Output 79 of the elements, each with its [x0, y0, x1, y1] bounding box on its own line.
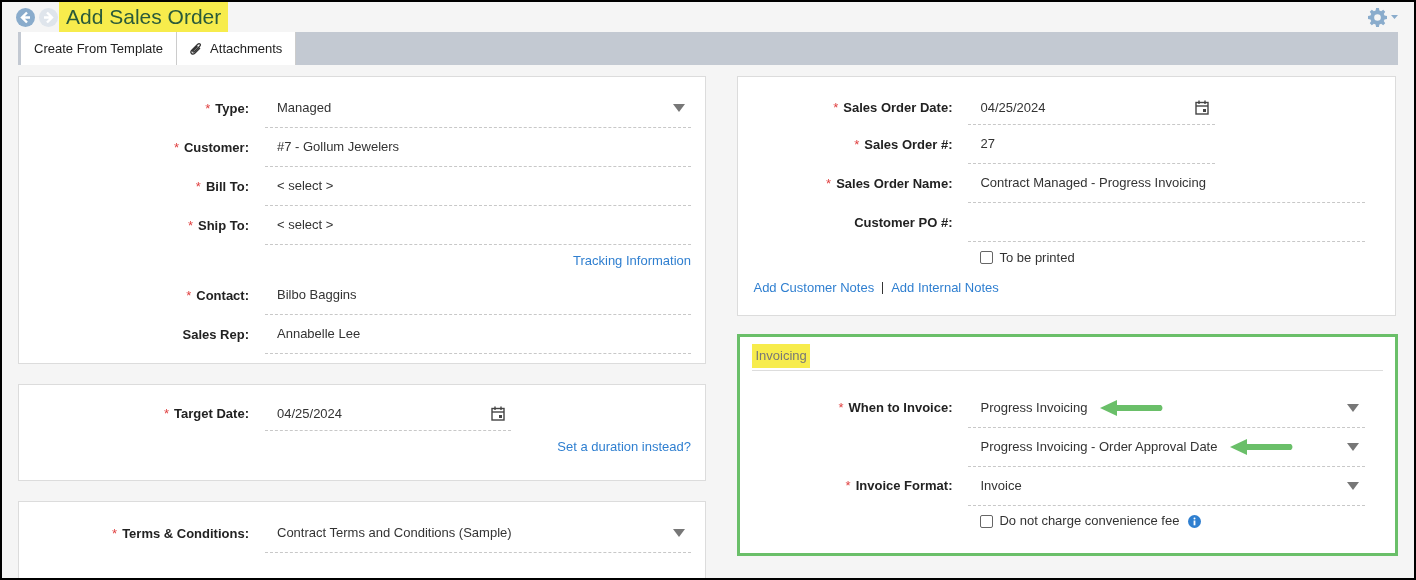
field-label: Invoice Format: — [855, 477, 953, 496]
calendar-icon[interactable] — [491, 406, 505, 421]
section-title: Invoicing — [752, 344, 810, 368]
field-value: #7 - Gollum Jewelers — [277, 138, 400, 157]
dropdown-caret-icon — [1347, 442, 1360, 451]
required-mark: * — [195, 177, 201, 196]
dropdown-field[interactable]: Invoice — [968, 466, 1366, 506]
notes-link[interactable]: Add Internal Notes — [891, 278, 999, 298]
field-label: Sales Order Date: — [843, 99, 953, 118]
field-value: Bilbo Baggins — [277, 286, 357, 305]
field-value: < select > — [277, 216, 334, 235]
field-value: < select > — [277, 177, 334, 196]
field-value: Progress Invoicing - Order Approval Date — [980, 437, 1218, 456]
link[interactable]: Set a duration instead? — [557, 436, 691, 457]
caret-icon — [1391, 15, 1398, 19]
required-mark: * — [838, 399, 844, 418]
field-label: Type: — [215, 99, 249, 118]
text-field[interactable]: 27 — [968, 125, 1216, 164]
field-label: Ship To: — [197, 216, 249, 235]
required-mark: * — [845, 477, 851, 496]
toolbar-button[interactable]: Attachments — [177, 32, 297, 65]
date-field[interactable]: 04/25/2024 — [265, 397, 511, 431]
dropdown-field[interactable]: Managed — [265, 89, 691, 128]
required-mark: * — [826, 174, 832, 193]
dropdown-caret-icon — [673, 104, 685, 112]
text-field[interactable]: #7 - Gollum Jewelers — [265, 128, 691, 167]
dropdown-field[interactable]: Progress Invoicing - Order Approval Date — [968, 427, 1366, 467]
text-field[interactable]: Annabelle Lee — [265, 315, 691, 354]
field-label: Sales Order #: — [864, 135, 953, 154]
settings-menu[interactable] — [1368, 7, 1398, 27]
field-value: Annabelle Lee — [277, 325, 361, 344]
required-mark: * — [833, 99, 839, 118]
paperclip-icon — [190, 42, 203, 55]
dropdown-caret-icon — [673, 529, 685, 537]
dropdown-field[interactable]: Progress Invoicing — [968, 388, 1366, 428]
dropdown-caret-icon — [1347, 403, 1360, 412]
field-label: Sales Rep: — [182, 325, 249, 344]
toolbar-button[interactable]: Create From Template — [21, 32, 178, 65]
field-label: Bill To: — [205, 177, 249, 196]
field-label: Contact: — [196, 286, 249, 305]
field-value: 04/25/2024 — [277, 404, 343, 423]
date-field[interactable]: 04/25/2024 — [968, 91, 1216, 125]
required-mark: * — [186, 286, 192, 305]
required-mark: * — [187, 216, 193, 235]
dropdown-caret-icon — [1347, 481, 1360, 490]
field-value: 04/25/2024 — [980, 98, 1046, 117]
back-icon[interactable] — [16, 7, 35, 27]
checkbox[interactable] — [980, 514, 994, 528]
field-label: When to Invoice: — [848, 399, 953, 418]
field-value: Invoice — [980, 476, 1022, 495]
checkbox-label: To be printed — [999, 248, 1075, 267]
text-field[interactable]: Bilbo Baggins — [265, 276, 691, 315]
required-mark: * — [854, 135, 860, 154]
field-label: Sales Order Name: — [836, 174, 953, 193]
field-label: Target Date: — [174, 405, 249, 424]
field-value: Contract Terms and Conditions (Sample) — [277, 524, 512, 543]
field-label: Terms & Conditions: — [122, 524, 249, 543]
field-value: Managed — [277, 99, 332, 118]
required-mark: * — [205, 99, 211, 118]
field-value: Progress Invoicing — [980, 398, 1088, 417]
text-field[interactable]: < select > — [265, 167, 691, 206]
field-value: Contract Managed - Progress Invoicing — [980, 174, 1206, 193]
text-field[interactable]: Contract Managed - Progress Invoicing — [968, 164, 1366, 203]
page-title: Add Sales Order — [59, 2, 229, 32]
field-label: Customer PO #: — [854, 213, 953, 232]
calendar-icon[interactable] — [1195, 100, 1210, 115]
checkbox[interactable] — [980, 251, 994, 264]
field-label: Customer: — [184, 138, 249, 157]
checkbox-label: Do not charge convenience fee — [999, 512, 1180, 531]
required-mark: * — [173, 138, 179, 157]
notes-link[interactable]: Add Customer Notes — [753, 278, 875, 298]
text-field[interactable]: < select > — [265, 206, 691, 245]
required-mark: * — [112, 524, 118, 543]
dropdown-field[interactable]: Contract Terms and Conditions (Sample) — [265, 514, 691, 553]
required-mark: * — [164, 405, 170, 424]
info-icon[interactable] — [1188, 514, 1202, 528]
field-value: 27 — [980, 135, 995, 154]
link[interactable]: Tracking Information — [573, 250, 691, 271]
settings-icon — [1368, 7, 1387, 27]
